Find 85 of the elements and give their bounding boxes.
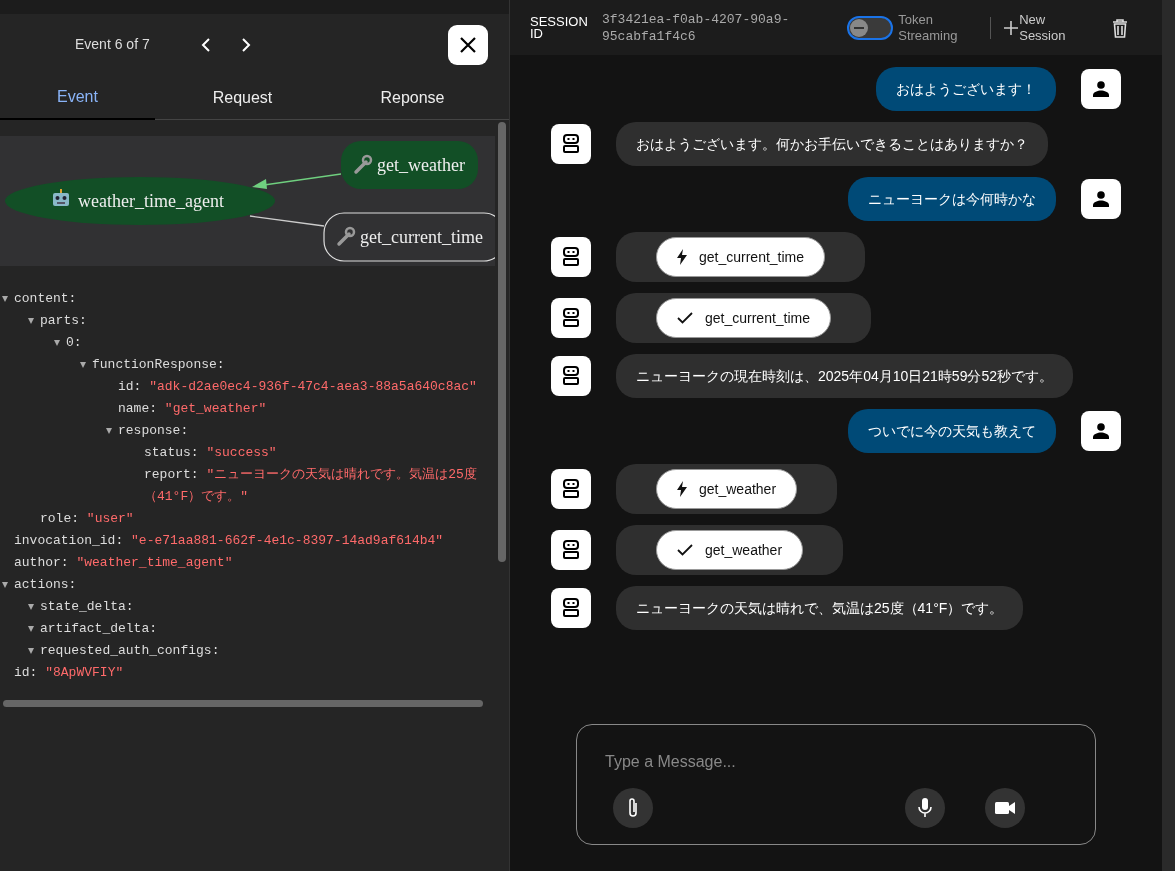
person-icon [1093, 81, 1109, 97]
robot-icon [562, 308, 580, 328]
tab[interactable]: Event [0, 75, 155, 120]
scrollbar[interactable] [3, 700, 483, 707]
tool-node[interactable] [341, 141, 478, 189]
function-chip[interactable]: get_current_time [656, 298, 832, 338]
tree-entry: artifact_delta: [40, 620, 158, 638]
video-camera-icon [995, 801, 1015, 815]
tree-entry: 0: [66, 334, 82, 352]
check-icon [677, 544, 693, 556]
robot-icon [562, 247, 580, 267]
robot-icon [562, 598, 580, 618]
agent-message: ニューヨークの天気は晴れで、気温は25度（41°F）です。 [616, 586, 1024, 630]
attach-button[interactable] [613, 788, 653, 828]
caret-icon[interactable] [2, 582, 8, 588]
wrench-icon [354, 154, 373, 174]
caret-icon[interactable] [106, 428, 112, 434]
tree-entry: report: "ニューヨークの天気は晴れです。気温は25度（41°F）です。" [144, 466, 478, 506]
session-id: 3f3421ea-f0ab-4207-90a9-95cabfa1f4c6 [602, 10, 790, 45]
robot-icon [562, 540, 580, 560]
tree-entry: name: "get_weather" [118, 400, 267, 418]
robot-icon [53, 189, 69, 206]
caret-icon[interactable] [54, 340, 60, 346]
close-icon [459, 35, 477, 54]
user-message: ニューヨークは今何時かな [848, 177, 1056, 221]
person-icon [1093, 423, 1109, 439]
tree-entry: response: [118, 422, 189, 440]
bolt-icon [677, 249, 687, 265]
tool-node[interactable] [323, 212, 495, 262]
plus-icon [1003, 19, 1020, 36]
tree-entry: state_delta: [40, 598, 134, 616]
caret-icon[interactable] [28, 318, 34, 324]
tree-entry: role: "user" [40, 510, 134, 528]
message-composer[interactable]: Type a Message... [576, 724, 1096, 845]
caret-icon[interactable] [80, 362, 86, 368]
trash-icon [1112, 18, 1129, 38]
person-icon [1093, 191, 1109, 207]
user-message: ついでに今の天気も教えて [848, 409, 1056, 453]
tree-entry: author: "weather_time_agent" [14, 554, 233, 572]
scrollbar[interactable] [498, 122, 506, 562]
user-message: おはようございます！ [876, 67, 1056, 111]
close-button[interactable] [448, 24, 488, 65]
node-label: get_current_time [360, 227, 483, 247]
tree-entry: actions: [14, 576, 77, 594]
event-counter: Event 6 of 7 [75, 35, 150, 54]
paperclip-icon [627, 797, 639, 819]
tree-entry: content: [14, 290, 77, 308]
toggle-switch[interactable] [847, 15, 894, 40]
camera-button[interactable] [985, 788, 1025, 828]
message-input[interactable]: Type a Message... [603, 745, 1069, 779]
microphone-button[interactable] [905, 788, 945, 828]
tab[interactable]: Reponse [330, 75, 495, 120]
tree-entry: id: "adk-d2ae0ec4-936f-47c4-aea3-88a5a640c8ac" [118, 378, 477, 396]
minus-icon [854, 26, 865, 29]
agent-node[interactable] [5, 177, 275, 225]
function-chip[interactable]: get_weather [656, 530, 804, 570]
tree-entry: functionResponse: [92, 356, 225, 374]
tab[interactable]: Request [155, 75, 330, 120]
node-label: get_weather [377, 155, 465, 175]
tree-entry: status: "success" [144, 444, 277, 462]
tree-entry: requested_auth_configs: [40, 642, 220, 660]
new-session-button[interactable]: New Session [1003, 11, 1075, 44]
caret-icon[interactable] [28, 626, 34, 632]
caret-icon[interactable] [2, 296, 8, 302]
node-label: weather_time_agent [78, 191, 224, 211]
tree-entry: parts: [40, 312, 87, 330]
robot-icon [562, 479, 580, 499]
caret-icon[interactable] [28, 648, 34, 654]
wrench-icon [337, 226, 356, 246]
tree-entry: id: "8ApWVFIY" [14, 664, 124, 682]
robot-icon [562, 366, 580, 386]
robot-icon [562, 134, 580, 154]
chevron-left-icon [200, 37, 211, 52]
function-chip[interactable]: get_current_time [656, 237, 826, 277]
toggle-label: Token Streaming [898, 11, 959, 44]
check-icon [677, 312, 693, 324]
session-label: SESSION ID [530, 15, 589, 40]
agent-message: おはようございます。何かお手伝いできることはありますか？ [616, 122, 1048, 166]
caret-icon[interactable] [28, 604, 34, 610]
tree-entry: invocation_id: "e-e71aa881-662f-4e1c-8397-14ad9af614b4" [14, 532, 444, 550]
agent-message: ニューヨークの現在時刻は、2025年04月10日21時59分52秒です。 [616, 354, 1073, 398]
chevron-right-icon [240, 37, 251, 52]
function-chip[interactable]: get_weather [656, 469, 798, 509]
microphone-icon [918, 798, 932, 818]
bolt-icon [677, 481, 687, 497]
